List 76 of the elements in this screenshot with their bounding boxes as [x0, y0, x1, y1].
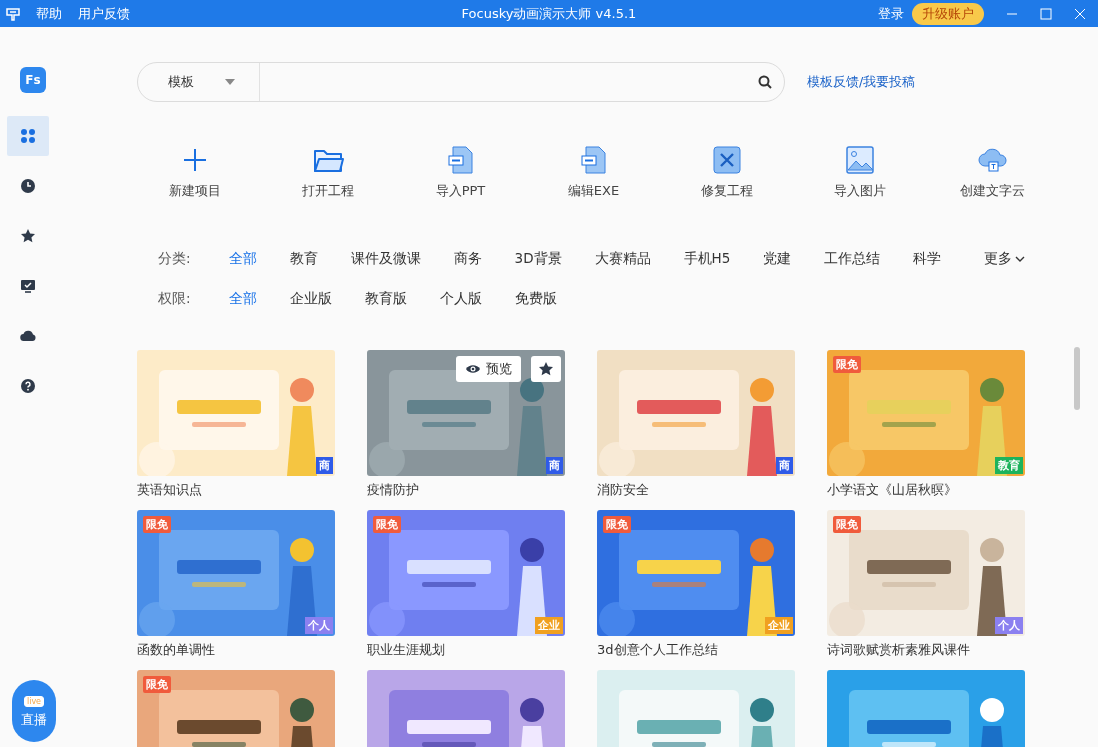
app-logo: Fs — [20, 67, 46, 93]
action-button[interactable]: 创建文字云 — [926, 144, 1059, 200]
template-title[interactable]: 职业生涯规划 — [367, 641, 565, 662]
template-title[interactable]: 小学语文《山居秋暝》 — [827, 481, 1025, 502]
scrollbar[interactable] — [1074, 347, 1080, 410]
filter-option[interactable]: 免费版 — [514, 290, 557, 308]
template-title[interactable]: 函数的单调性 — [137, 641, 335, 662]
chevron-icon — [1015, 256, 1025, 262]
upgrade-button[interactable]: 升级账户 — [912, 2, 984, 25]
maximize-icon[interactable] — [1040, 7, 1052, 20]
edition-badge: 企业 — [765, 617, 793, 634]
cloud-icon — [20, 328, 36, 344]
menu-item[interactable]: 用户反馈 — [78, 4, 130, 23]
edition-badge: 个人 — [995, 617, 1023, 634]
free-badge: 限免 — [833, 516, 861, 533]
free-badge: 限免 — [373, 516, 401, 533]
star-icon — [20, 228, 36, 244]
filter-option[interactable]: 全部 — [228, 250, 257, 268]
filter-option[interactable]: 科学 — [913, 250, 942, 268]
free-badge: 限免 — [143, 676, 171, 693]
clock-icon — [20, 178, 36, 194]
edition-badge: 商 — [776, 457, 793, 474]
action-button[interactable]: 打开工程 — [261, 144, 394, 200]
action-button[interactable]: 导入图片 — [793, 144, 926, 200]
eye-icon — [465, 363, 481, 375]
filter-option[interactable]: 个人版 — [439, 290, 482, 308]
filter-label: 分类: — [158, 250, 191, 268]
monitor-check-icon — [20, 278, 36, 294]
star-icon — [538, 361, 554, 377]
free-badge: 限免 — [603, 516, 631, 533]
more-dropdown[interactable]: 更多 — [984, 250, 1025, 268]
apps-icon — [20, 128, 36, 144]
action-button[interactable]: 编辑EXE — [527, 144, 660, 200]
menu-item[interactable]: 帮助 — [36, 4, 62, 23]
window-title: Focusky动画演示大师 v4.5.1 — [461, 4, 637, 23]
filter-option[interactable]: 商务 — [453, 250, 482, 268]
search-icon[interactable] — [758, 75, 772, 89]
template-title[interactable]: 消防安全 — [597, 481, 795, 502]
edition-badge: 个人 — [305, 617, 333, 634]
action-button[interactable]: 新建项目 — [128, 144, 261, 200]
live-icon: live — [23, 695, 45, 707]
filter-option[interactable]: 党建 — [763, 250, 792, 268]
app-icon — [6, 6, 20, 21]
filter-option[interactable]: 工作总结 — [824, 250, 881, 268]
login-link[interactable]: 登录 — [878, 4, 904, 23]
image-icon — [843, 144, 876, 176]
filter-option[interactable]: 课件及微课 — [350, 250, 421, 268]
filter-option[interactable]: 教育 — [289, 250, 318, 268]
edition-badge: 教育 — [995, 457, 1023, 474]
template-title[interactable]: 诗词歌赋赏析素雅风课件 — [827, 641, 1025, 662]
filter-option[interactable]: 3D背景 — [514, 250, 562, 268]
edition-badge: 企业 — [535, 617, 563, 634]
filter-option[interactable]: 手机H5 — [683, 250, 731, 268]
help-icon — [20, 378, 36, 394]
preview-button[interactable]: 预览 — [456, 356, 521, 382]
free-badge: 限免 — [833, 356, 861, 373]
template-title[interactable]: 疫情防护 — [367, 481, 565, 502]
template-title[interactable]: 3d创意个人工作总结 — [597, 641, 795, 662]
feedback-link[interactable]: 模板反馈/我要投稿 — [807, 73, 916, 91]
edition-badge: 商 — [316, 457, 333, 474]
action-button[interactable]: 导入PPT — [394, 144, 527, 200]
template-title[interactable]: 英语知识点 — [137, 481, 335, 502]
free-badge: 限免 — [143, 516, 171, 533]
caret-icon — [225, 79, 235, 85]
favorite-button[interactable] — [531, 356, 561, 382]
filter-option[interactable]: 大赛精品 — [594, 250, 651, 268]
filter-label: 权限: — [158, 290, 191, 308]
live-button[interactable]: live 直播 — [12, 680, 56, 742]
action-button[interactable]: 修复工程 — [660, 144, 793, 200]
close-icon[interactable] — [1074, 7, 1086, 20]
search-field[interactable]: 模板 — [137, 62, 785, 102]
filter-option[interactable]: 企业版 — [289, 290, 332, 308]
scope-dropdown[interactable]: 模板 — [138, 63, 260, 101]
filter-option[interactable]: 教育版 — [364, 290, 407, 308]
filter-option[interactable]: 全部 — [228, 290, 257, 308]
edition-badge: 商 — [546, 457, 563, 474]
